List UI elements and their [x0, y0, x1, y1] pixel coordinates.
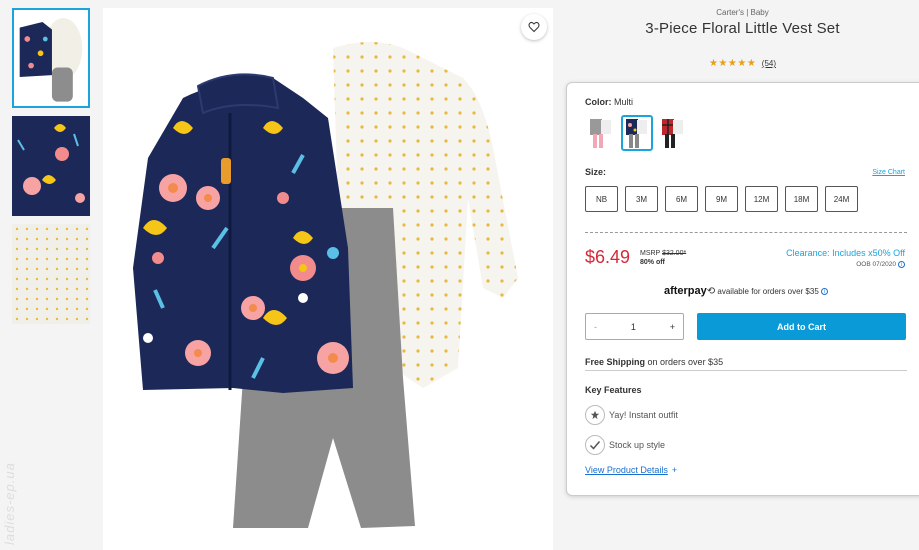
afterpay-text: available for orders over $35 — [717, 287, 819, 296]
product-title: 3-Piece Floral Little Vest Set — [645, 20, 840, 37]
watermark: ladies-ep.ua — [2, 462, 17, 545]
color-label: Color: Multi — [585, 97, 634, 107]
shipping-info: Free Shipping on orders over $35 — [585, 357, 907, 371]
price-divider — [585, 232, 907, 233]
thumbnail-full-set-image — [14, 10, 88, 106]
thumbnail-bodysuit-detail[interactable] — [12, 224, 90, 324]
quantity-increment-button[interactable]: + — [670, 322, 675, 332]
expand-plus-icon: + — [671, 465, 678, 475]
size-option-24m[interactable]: 24M — [825, 186, 858, 212]
size-label: Size: — [585, 167, 607, 177]
product-rating: ★★★★★ (54) — [566, 58, 919, 69]
quantity-value[interactable]: 1 — [631, 322, 636, 332]
msrp-info: MSRP $32.00* 80% off — [640, 250, 687, 266]
afterpay-logo: afterpay — [663, 285, 707, 297]
star-rating-icon: ★★★★★ — [708, 58, 757, 69]
brand-breadcrumb: Carter's | Baby — [716, 8, 769, 17]
clearance-text: Clearance: Includes x50% Off — [786, 248, 905, 258]
product-illustration — [133, 42, 518, 528]
afterpay-banner: afterpay⟲ available for orders over $35 … — [585, 285, 907, 297]
size-options: NB 3M 6M 9M 12M 18M 24M — [585, 186, 858, 212]
thumbnail-full-set[interactable] — [12, 8, 90, 108]
size-option-6m[interactable]: 6M — [665, 186, 698, 212]
heart-icon — [528, 21, 540, 33]
feature-item: Stock up style — [585, 435, 665, 455]
size-option-3m[interactable]: 3M — [625, 186, 658, 212]
add-to-cart-button[interactable]: Add to Cart — [697, 313, 906, 340]
main-product-image — [103, 8, 553, 550]
afterpay-info-icon[interactable]: i — [821, 288, 829, 296]
thumbnail-vest-detail[interactable] — [12, 116, 90, 216]
checkmark-icon — [585, 435, 605, 455]
thumbnail-list — [12, 8, 90, 332]
color-swatches — [585, 115, 689, 151]
discount-text: 80% off — [640, 259, 665, 266]
msrp-value: $32.00* — [662, 250, 687, 257]
review-count-link[interactable]: (54) — [762, 59, 776, 68]
favorite-button[interactable] — [521, 14, 547, 40]
info-icon[interactable]: i — [898, 261, 905, 268]
size-chart-link[interactable]: Size Chart — [872, 169, 905, 176]
floral-navy-swatch-image — [626, 119, 647, 148]
thumbnail-vest-detail-image — [12, 116, 90, 216]
key-features-title: Key Features — [585, 385, 642, 395]
thumbnail-bodysuit-detail-image — [12, 224, 90, 324]
red-plaid-swatch-image — [662, 119, 683, 148]
color-swatch-floral-navy[interactable] — [621, 115, 653, 151]
feature-item: Yay! Instant outfit — [585, 405, 678, 425]
star-badge-icon — [585, 405, 605, 425]
color-swatch-red-plaid[interactable] — [657, 115, 689, 151]
size-option-9m[interactable]: 9M — [705, 186, 738, 212]
pink-set-swatch-image — [590, 119, 611, 148]
size-option-18m[interactable]: 18M — [785, 186, 818, 212]
size-option-12m[interactable]: 12M — [745, 186, 778, 212]
sale-price: $6.49 — [585, 247, 631, 267]
quantity-decrement-button[interactable]: - — [594, 322, 597, 332]
quantity-stepper: - 1 + — [585, 313, 684, 340]
color-value: Multi — [614, 97, 634, 107]
view-product-details-link[interactable]: View Product Details + — [585, 465, 677, 475]
purchase-panel: Color: Multi Size: Size Chart NB 3M 6M 9… — [566, 82, 919, 496]
size-option-nb[interactable]: NB — [585, 186, 618, 212]
color-swatch-pink[interactable] — [585, 115, 617, 151]
oob-date: OOB 07/2020 i — [856, 261, 905, 268]
